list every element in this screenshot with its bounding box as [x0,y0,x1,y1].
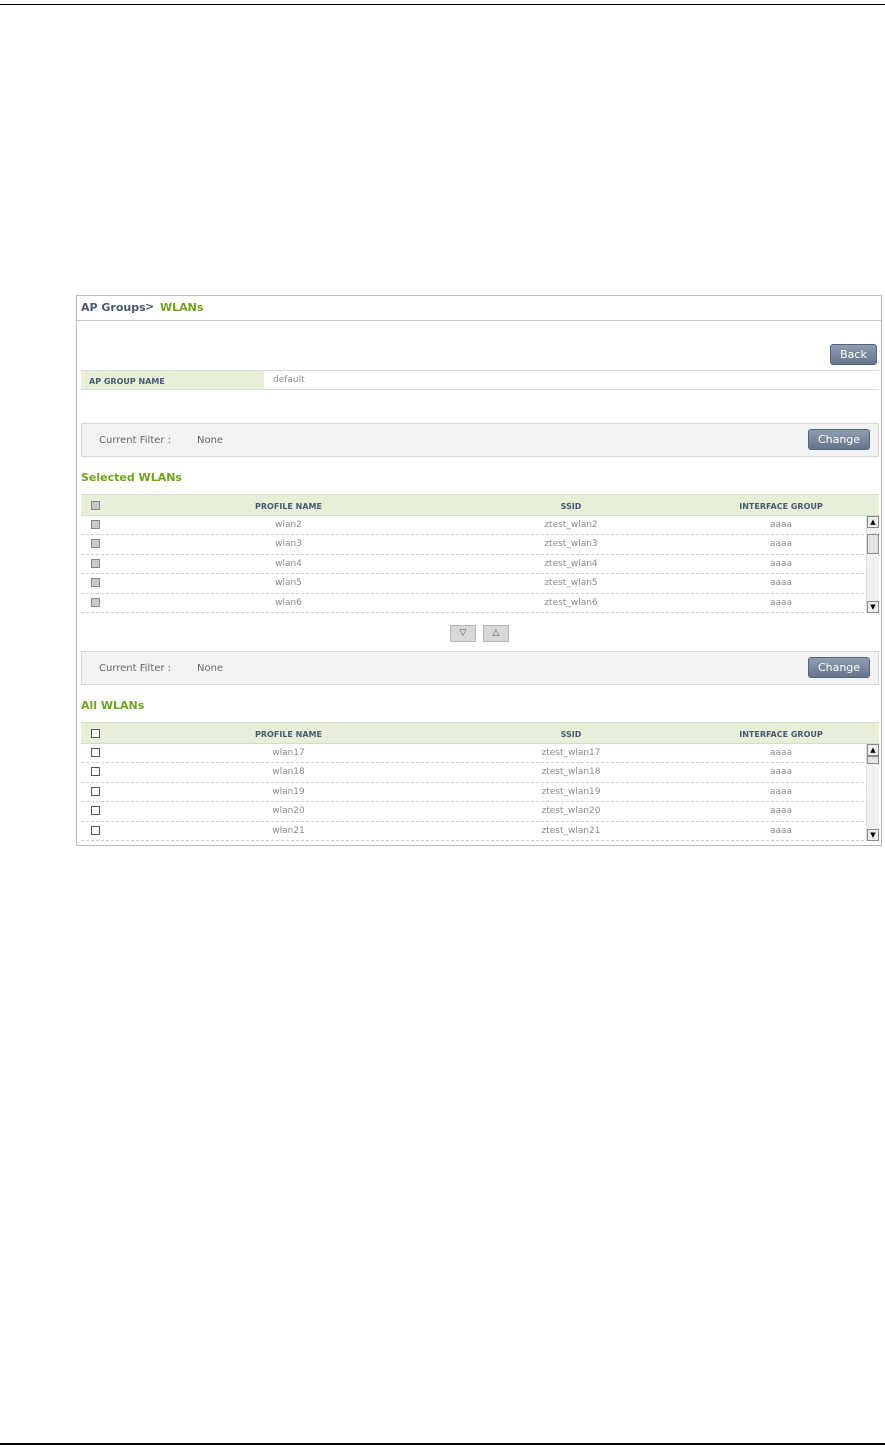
ap-group-name-row: AP GROUP NAME default [81,370,879,390]
move-up-button[interactable]: △ [483,625,509,642]
ssid-cell: ztest_wlan6 [544,597,598,608]
profile-name-cell: wlan20 [272,806,305,817]
interface-group-cell: aaaa [769,748,793,758]
selected-select-all-checkbox[interactable] [91,501,100,510]
back-button[interactable]: Back [830,344,877,365]
ap-group-name-value: default [273,375,305,385]
breadcrumb-separator: > [145,300,155,313]
all-wlans-title: All WLANs [81,699,145,712]
scrollbar-thumb[interactable] [867,534,879,554]
breadcrumb-current-wlans: WLANs [160,301,204,314]
profile-name-cell: wlan17 [272,748,305,758]
interface-group-cell: aaaa [769,578,793,589]
document-top-rule [0,4,885,5]
ssid-cell: ztest_wlan5 [544,578,598,589]
row-checkbox[interactable] [91,748,100,757]
table-row[interactable]: wlan3 ztest_wlan3 aaaa [81,535,864,555]
ssid-cell: ztest_wlan21 [541,825,601,836]
interface-group-cell: aaaa [769,825,793,836]
profile-name-cell: wlan6 [275,597,302,608]
interface-group-cell: aaaa [769,539,793,550]
selected-wlans-title: Selected WLANs [81,471,182,484]
document-bottom-rule [0,1443,885,1445]
ssid-cell: ztest_wlan20 [541,806,601,817]
all-select-all-checkbox[interactable] [91,729,100,738]
scroll-up-arrow-icon[interactable]: ▲ [867,744,879,756]
ssid-cell: ztest_wlan19 [541,786,601,797]
interface-group-cell: aaaa [769,597,793,608]
table-row[interactable]: wlan6 ztest_wlan6 aaaa [81,594,864,613]
column-header-interface-group: INTERFACE GROUP [739,502,823,511]
table-row[interactable]: wlan5 ztest_wlan5 aaaa [81,574,864,594]
column-header-profile-name: PROFILE NAME [255,502,322,511]
scroll-down-arrow-icon[interactable]: ▼ [867,829,879,841]
interface-group-cell: aaaa [769,767,793,778]
ssid-cell: ztest_wlan4 [544,558,598,569]
interface-group-cell: aaaa [769,520,793,530]
table-row[interactable]: wlan2 ztest_wlan2 aaaa [81,516,864,536]
ap-group-name-label: AP GROUP NAME [81,371,264,389]
move-down-button[interactable]: ▽ [450,625,476,642]
ssid-cell: ztest_wlan2 [544,520,598,530]
profile-name-cell: wlan18 [272,767,305,778]
all-filter-label: Current Filter : [99,663,172,674]
all-wlans-body: wlan17 ztest_wlan17 aaaa wlan18 ztest_wl… [81,744,879,841]
row-checkbox[interactable] [91,786,100,796]
all-filter-bar: Current Filter : None Change [81,651,879,685]
profile-name-cell: wlan3 [275,539,302,550]
column-header-ssid: SSID [560,730,582,739]
profile-name-cell: wlan2 [275,520,302,530]
interface-group-cell: aaaa [769,558,793,569]
scroll-down-arrow-icon[interactable]: ▼ [867,601,879,613]
ssid-cell: ztest_wlan3 [544,539,598,550]
row-checkbox[interactable] [91,520,100,529]
table-row[interactable]: wlan21 ztest_wlan21 aaaa [81,822,864,841]
column-header-profile-name: PROFILE NAME [255,730,322,739]
selected-wlans-table: PROFILE NAME SSID INTERFACE GROUP wlan2 … [81,494,879,614]
column-header-interface-group: INTERFACE GROUP [739,730,823,739]
table-row[interactable]: wlan19 ztest_wlan19 aaaa [81,783,864,803]
selected-filter-bar: Current Filter : None Change [81,423,879,457]
table-row[interactable]: wlan18 ztest_wlan18 aaaa [81,763,864,783]
table-row[interactable]: wlan17 ztest_wlan17 aaaa [81,744,864,764]
all-filter-value: None [197,663,224,674]
interface-group-cell: aaaa [769,806,793,817]
ssid-cell: ztest_wlan18 [541,767,601,778]
table-row[interactable]: wlan20 ztest_wlan20 aaaa [81,802,864,822]
profile-name-cell: wlan21 [272,825,305,836]
ap-groups-wlans-panel: AP Groups > WLANs Back AP GROUP NAME def… [76,295,882,846]
selected-wlans-body: wlan2 ztest_wlan2 aaaa wlan3 ztest_wlan3… [81,516,879,613]
row-checkbox[interactable] [91,597,100,607]
column-header-ssid: SSID [560,502,582,511]
profile-name-cell: wlan5 [275,578,302,589]
table-row[interactable]: wlan4 ztest_wlan4 aaaa [81,555,864,575]
profile-name-cell: wlan4 [275,558,302,569]
row-checkbox[interactable] [91,806,100,816]
selected-filter-value: None [197,435,224,446]
selected-wlans-header: PROFILE NAME SSID INTERFACE GROUP [81,494,879,516]
all-wlans-scrollbar[interactable]: ▲ ▼ [866,744,879,841]
all-filter-change-button[interactable]: Change [808,657,870,678]
breadcrumb: AP Groups > WLANs [77,296,881,321]
selected-filter-label: Current Filter : [99,435,172,446]
row-checkbox[interactable] [91,558,100,568]
scroll-up-arrow-icon[interactable]: ▲ [867,516,879,528]
row-checkbox[interactable] [91,825,100,835]
profile-name-cell: wlan19 [272,786,305,797]
interface-group-cell: aaaa [769,786,793,797]
selected-wlans-scrollbar[interactable]: ▲ ▼ [866,516,879,613]
selected-filter-change-button[interactable]: Change [808,429,870,450]
row-checkbox[interactable] [91,578,100,588]
all-wlans-table: PROFILE NAME SSID INTERFACE GROUP wlan17… [81,722,879,842]
row-checkbox[interactable] [91,767,100,777]
all-wlans-header: PROFILE NAME SSID INTERFACE GROUP [81,722,879,744]
row-checkbox[interactable] [91,539,100,549]
breadcrumb-ap-groups-link[interactable]: AP Groups [81,301,146,314]
scrollbar-thumb[interactable] [867,756,879,764]
ssid-cell: ztest_wlan17 [541,748,601,758]
